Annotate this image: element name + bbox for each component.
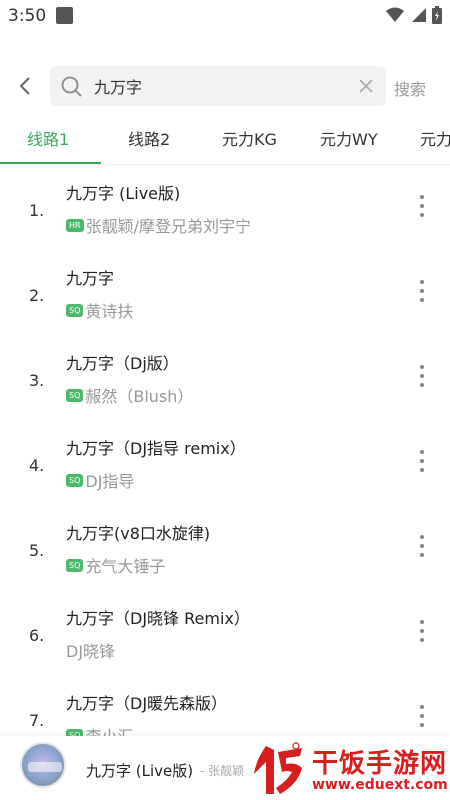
more-icon[interactable] — [412, 361, 432, 391]
more-icon[interactable] — [412, 191, 432, 221]
status-time: 3:50 — [8, 6, 47, 26]
tab-route-1[interactable]: 线路1 — [27, 126, 69, 150]
song-title: 九万字（Dj版） — [66, 354, 179, 373]
song-number: 6. — [29, 626, 45, 645]
clear-icon[interactable] — [356, 76, 376, 96]
signal-icon — [412, 8, 426, 22]
song-artist: 赧然（Blush） — [85, 387, 194, 406]
song-title: 九万字（DJ晓锋 Remix） — [66, 609, 250, 628]
album-cover[interactable] — [20, 742, 66, 788]
song-artist: DJ晓锋 — [66, 642, 116, 661]
wifi-icon — [386, 7, 404, 22]
song-number: 3. — [29, 371, 45, 390]
song-meta: DJ晓锋 — [66, 639, 115, 661]
watermark-title: 干饭手游网 — [312, 749, 448, 779]
song-row[interactable]: 5. 九万字(v8口水旋律) SQ 充气大锤子 — [0, 505, 450, 590]
song-row[interactable]: 4. 九万字（DJ指导 remix） SQ DJ指导 — [0, 420, 450, 505]
watermark: 干饭手游网 www.eduext.com — [250, 740, 448, 798]
song-title: 九万字（DJ指导 remix） — [66, 439, 246, 458]
more-icon[interactable] — [412, 276, 432, 306]
song-meta: SQ DJ指导 — [66, 469, 134, 491]
source-tabs: 线路1 线路2 元力KG 元力WY 元力 — [0, 114, 450, 164]
song-number: 4. — [29, 456, 45, 475]
song-number: 2. — [29, 286, 45, 305]
song-title: 九万字 — [66, 269, 115, 288]
song-artist: 张靓颖/摩登兄弟刘宇宁 — [85, 217, 251, 236]
notification-icon — [56, 7, 73, 24]
song-row[interactable]: 1. 九万字 (Live版) HR 张靓颖/摩登兄弟刘宇宁 — [0, 165, 450, 250]
song-artist: DJ指导 — [85, 472, 135, 491]
song-artist: 充气大锤子 — [85, 557, 166, 576]
battery-icon — [432, 6, 442, 24]
quality-badge: SQ — [66, 303, 84, 317]
back-button[interactable] — [10, 70, 40, 102]
song-artist: 黄诗扶 — [85, 302, 134, 321]
player-song-title: 九万字 (Live版) — [86, 762, 194, 780]
song-title: 九万字 (Live版) — [66, 184, 181, 203]
search-bar: 搜索 — [0, 62, 450, 110]
search-box[interactable] — [50, 66, 386, 106]
more-icon[interactable] — [412, 531, 432, 561]
status-bar: 3:50 — [0, 0, 450, 32]
tab-route-2[interactable]: 线路2 — [128, 126, 170, 150]
song-row[interactable]: 2. 九万字 SQ 黄诗扶 — [0, 250, 450, 335]
status-icons — [386, 6, 442, 24]
more-icon[interactable] — [412, 616, 432, 646]
song-meta: SQ 赧然（Blush） — [66, 384, 193, 406]
song-row[interactable]: 3. 九万字（Dj版） SQ 赧然（Blush） — [0, 335, 450, 420]
song-meta: SQ 黄诗扶 — [66, 299, 133, 321]
tab-yuanli-wy[interactable]: 元力WY — [320, 126, 378, 150]
quality-badge: SQ — [66, 558, 84, 572]
song-number: 1. — [29, 201, 45, 220]
song-meta: SQ 充气大锤子 — [66, 554, 165, 576]
song-meta: HR 张靓颖/摩登兄弟刘宇宁 — [66, 214, 251, 236]
search-input[interactable] — [94, 71, 334, 101]
watermark-url: www.eduext.com — [312, 777, 448, 793]
watermark-logo-icon — [254, 742, 302, 794]
player-artist: - 张靓颖 — [200, 764, 245, 778]
tab-yuanli[interactable]: 元力 — [420, 126, 450, 150]
search-button[interactable]: 搜索 — [394, 76, 426, 100]
tab-yuanli-kg[interactable]: 元力KG — [222, 126, 277, 150]
more-icon[interactable] — [412, 446, 432, 476]
chevron-left-icon — [19, 77, 30, 95]
search-icon — [61, 76, 82, 97]
quality-badge: SQ — [66, 473, 84, 487]
quality-badge: HR — [66, 218, 84, 232]
song-row[interactable]: 6. 九万字（DJ晓锋 Remix） DJ晓锋 — [0, 590, 450, 675]
quality-badge: SQ — [66, 388, 84, 402]
more-icon[interactable] — [412, 701, 432, 731]
song-title: 九万字（DJ暖先森版） — [66, 694, 228, 713]
song-title: 九万字(v8口水旋律) — [66, 524, 211, 543]
song-number: 7. — [29, 711, 45, 730]
song-number: 5. — [29, 541, 45, 560]
